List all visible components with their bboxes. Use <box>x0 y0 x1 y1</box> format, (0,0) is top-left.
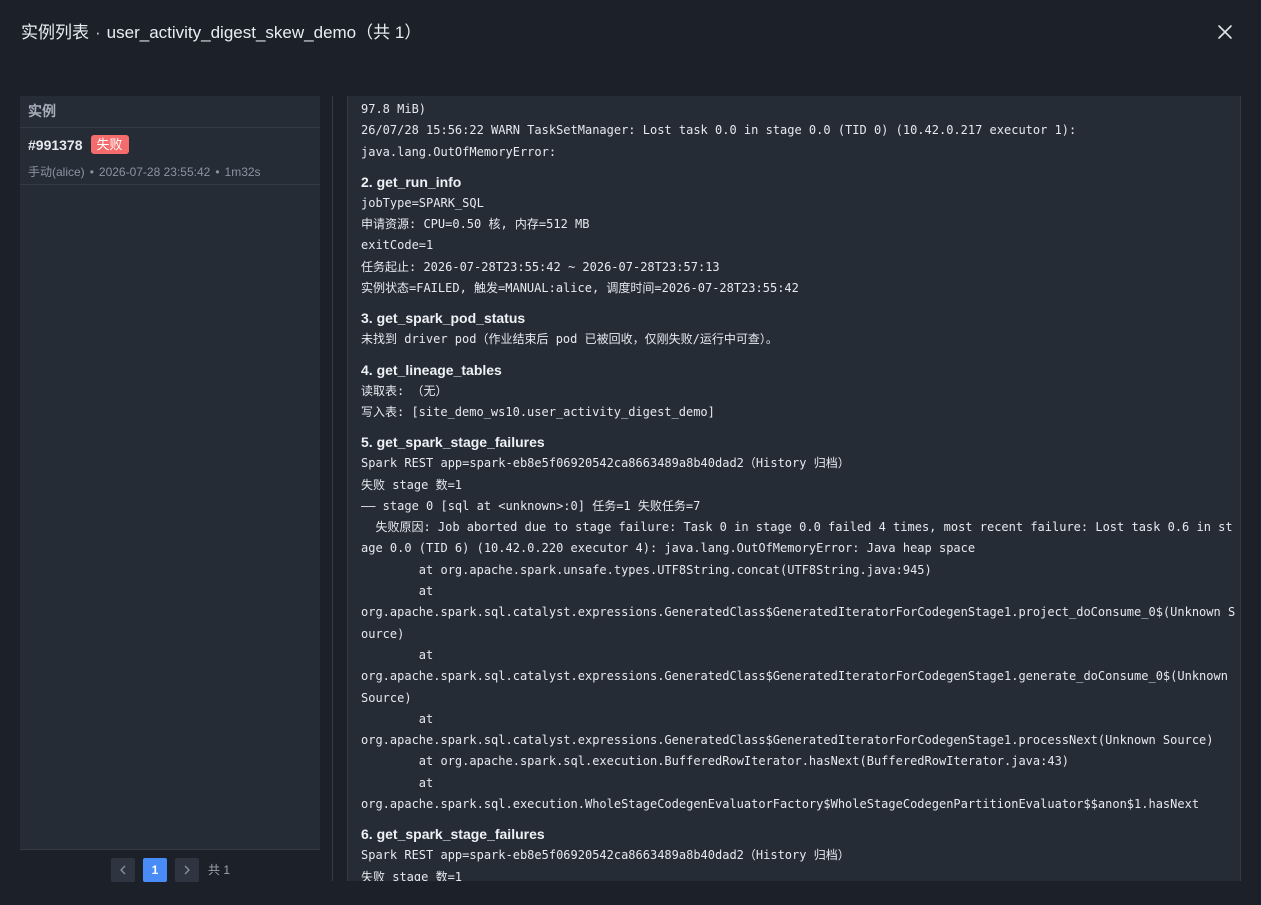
page-title: 实例列表 · user_activity_digest_skew_demo（共 1） <box>21 21 421 45</box>
log-line: at <box>361 647 434 662</box>
panel-divider <box>332 96 333 881</box>
section-title: 4. get_lineage_tables <box>361 361 502 378</box>
log-line: org.apache.spark.sql.execution.WholeStag… <box>361 797 1200 812</box>
instance-time: 2026-07-28 23:55:42 <box>98 165 211 179</box>
log-line: java.lang.OutOfMemoryError: <box>361 144 557 159</box>
log-line: 97.8 MiB) <box>361 102 427 116</box>
log-line: 失败 stage 数=1 <box>361 477 463 492</box>
section-title: 5. get_spark_stage_failures <box>361 434 545 451</box>
instance-id: #991378 <box>28 137 83 153</box>
page-number-button[interactable]: 1 <box>143 858 167 882</box>
log-line: 26/07/28 15:56:22 WARN TaskSetManager: L… <box>361 123 1077 138</box>
log-line: 任务起止: 2026-07-28T23:55:42 ~ 2026-07-28T2… <box>361 259 720 274</box>
next-page-button[interactable] <box>175 858 199 882</box>
log-line: Spark REST app=spark-eb8e5f06920542ca866… <box>361 848 850 863</box>
log-line: at org.apache.spark.unsafe.types.UTF8Str… <box>361 562 932 577</box>
log-content: 97.8 MiB) 26/07/28 15:56:22 WARN TaskSet… <box>361 99 1236 881</box>
log-line: org.apache.spark.sql.catalyst.expression… <box>361 733 1214 748</box>
log-line: at <box>361 711 434 726</box>
instance-trigger: 手动(alice) <box>28 165 85 179</box>
log-line: exitCode=1 <box>361 238 434 253</box>
log-line: org.apache.spark.sql.catalyst.expression… <box>361 605 1236 641</box>
log-panel[interactable]: 97.8 MiB) 26/07/28 15:56:22 WARN TaskSet… <box>347 96 1241 881</box>
prev-page-button[interactable] <box>111 858 135 882</box>
title-separator: · <box>95 23 101 42</box>
log-line: Spark REST app=spark-eb8e5f06920542ca866… <box>361 456 850 471</box>
section-title: 2. get_run_info <box>361 173 462 190</box>
instance-list-heading: 实例 <box>20 96 320 128</box>
instance-count: （共 1） <box>356 23 422 42</box>
log-line: 未找到 driver pod（作业结束后 pod 已被回收，仅刚失败/运行中可查… <box>361 332 778 347</box>
pagination: 1 共 1 <box>20 849 320 890</box>
meta-separator: • <box>89 165 94 179</box>
status-badge: 失败 <box>90 135 129 154</box>
log-line: at <box>361 775 434 790</box>
modal-header: 实例列表 · user_activity_digest_skew_demo（共 1） <box>0 0 1261 64</box>
log-line: 读取表: （无） <box>361 383 448 398</box>
log-line: jobType=SPARK_SQL <box>361 195 484 210</box>
meta-separator: • <box>215 165 220 179</box>
log-line: at <box>361 584 434 599</box>
section-title: 3. get_spark_pod_status <box>361 310 526 327</box>
log-line: org.apache.spark.sql.catalyst.expression… <box>361 669 1236 705</box>
log-line: 申请资源: CPU=0.50 核, 内存=512 MB <box>361 217 590 232</box>
chevron-right-icon <box>184 865 190 875</box>
instance-list-item[interactable]: #991378 失败 手动(alice) • 2026-07-28 23:55:42 •… <box>20 128 320 185</box>
job-name: user_activity_digest_skew_demo <box>106 23 357 42</box>
instance-duration: 1m32s <box>224 165 261 179</box>
title-prefix: 实例列表 <box>21 23 89 42</box>
instance-meta: 手动(alice) • 2026-07-28 23:55:42 • 1m32s <box>28 163 312 180</box>
section-title: 6. get_spark_stage_failures <box>361 826 545 843</box>
total-count: 共 1 <box>208 863 231 877</box>
log-line: 实例状态=FAILED, 触发=MANUAL:alice, 调度时间=2026-… <box>361 281 799 296</box>
log-line: 写入表: [site_demo_ws10.user_activity_diges… <box>361 404 715 419</box>
log-line: 失败 stage 数=1 <box>361 869 463 881</box>
log-line: at org.apache.spark.sql.execution.Buffer… <box>361 754 1070 769</box>
log-line: 失败原因: Job aborted due to stage failure: … <box>361 520 1233 556</box>
instance-list-panel: 实例 #991378 失败 手动(alice) • 2026-07-28 23:55:… <box>20 96 320 849</box>
close-icon <box>1218 25 1232 39</box>
chevron-left-icon <box>120 865 126 875</box>
close-button[interactable] <box>1215 22 1235 42</box>
log-line: —— stage 0 [sql at <unknown>:0] 任务=1 失败任… <box>361 498 701 513</box>
